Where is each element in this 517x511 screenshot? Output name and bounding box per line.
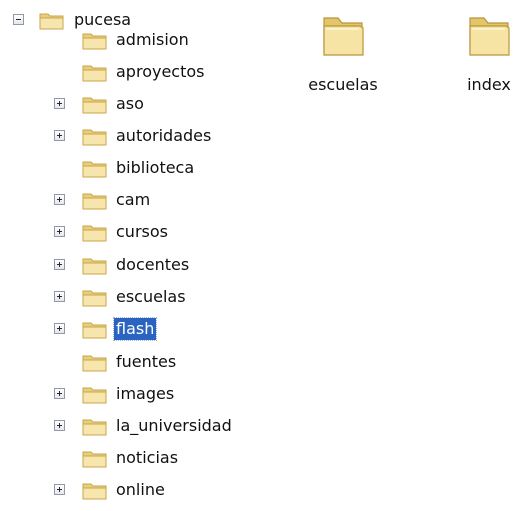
tree-item-label[interactable]: fuentes	[114, 351, 178, 373]
tree-item-aproyectos[interactable]: aproyectos	[0, 57, 290, 87]
tree-item-cursos[interactable]: cursos	[0, 217, 290, 247]
folder-icon	[82, 419, 107, 436]
folder-icon	[82, 193, 107, 210]
tree-item-label[interactable]: flash	[112, 317, 158, 341]
tree-item-label[interactable]: autoridades	[114, 125, 213, 147]
expand-icon[interactable]	[54, 194, 65, 205]
tree-item-label[interactable]: docentes	[114, 254, 191, 276]
folder-icon	[82, 451, 107, 468]
tree-item-label[interactable]: aproyectos	[114, 61, 206, 83]
tree-item-la-universidad[interactable]: la_universidad	[0, 411, 290, 441]
tree-item-label[interactable]: admision	[114, 29, 191, 51]
expand-icon[interactable]	[54, 323, 65, 334]
folder-icon	[82, 225, 107, 242]
folder-icon	[82, 129, 107, 146]
tree-item-label[interactable]: online	[114, 479, 167, 501]
folder-icon	[82, 483, 107, 500]
expand-icon[interactable]	[54, 484, 65, 495]
tree-item-label[interactable]: aso	[114, 93, 146, 115]
content-item-label[interactable]: index	[444, 75, 517, 94]
tree-item-label[interactable]: biblioteca	[114, 157, 196, 179]
tree-item-docentes[interactable]: docentes	[0, 250, 290, 280]
folder-icon	[82, 387, 107, 404]
folder-icon	[82, 355, 107, 372]
folder-icon	[82, 97, 107, 114]
tree-item-online[interactable]: online	[0, 475, 290, 505]
expand-icon[interactable]	[54, 226, 65, 237]
tree-item-escuelas[interactable]: escuelas	[0, 282, 290, 312]
folder-tree: pucesa admision aproyectos aso autoridad…	[0, 0, 290, 511]
tree-item-flash[interactable]: flash	[0, 314, 290, 344]
folder-icon	[82, 322, 107, 339]
expand-icon[interactable]	[54, 130, 65, 141]
tree-item-cam[interactable]: cam	[0, 185, 290, 215]
tree-item-label[interactable]: escuelas	[114, 286, 188, 308]
content-item-label[interactable]: escuelas	[298, 75, 388, 94]
tree-item-label[interactable]: la_universidad	[114, 415, 234, 437]
tree-item-fuentes[interactable]: fuentes	[0, 347, 290, 377]
tree-item-autoridades[interactable]: autoridades	[0, 121, 290, 151]
folder-icon[interactable]	[321, 12, 365, 58]
tree-item-label[interactable]: cam	[114, 189, 152, 211]
folder-icon	[82, 65, 107, 82]
tree-item-admision[interactable]: admision	[0, 25, 290, 55]
expand-icon[interactable]	[54, 420, 65, 431]
collapse-icon[interactable]	[13, 14, 24, 25]
folder-icon[interactable]	[467, 12, 511, 58]
tree-item-label[interactable]: noticias	[114, 447, 180, 469]
expand-icon[interactable]	[54, 98, 65, 109]
expand-icon[interactable]	[54, 291, 65, 302]
tree-item-aso[interactable]: aso	[0, 89, 290, 119]
tree-item-biblioteca[interactable]: biblioteca	[0, 153, 290, 183]
folder-icon	[82, 33, 107, 50]
tree-item-label[interactable]: images	[114, 383, 176, 405]
tree-item-images[interactable]: images	[0, 379, 290, 409]
expand-icon[interactable]	[54, 259, 65, 270]
tree-item-noticias[interactable]: noticias	[0, 443, 290, 473]
folder-icon	[82, 161, 107, 178]
folder-icon	[82, 258, 107, 275]
folder-icon	[82, 290, 107, 307]
expand-icon[interactable]	[54, 388, 65, 399]
tree-item-label[interactable]: cursos	[114, 221, 170, 243]
